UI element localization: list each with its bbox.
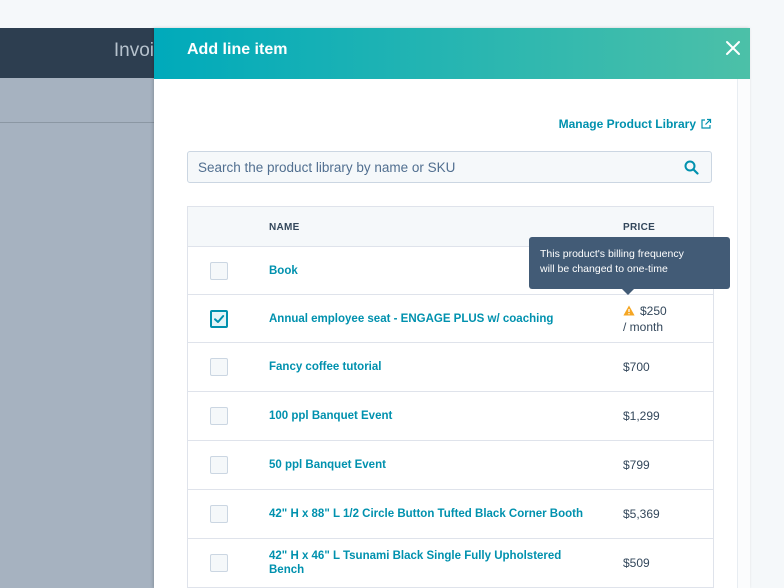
product-price: $799: [623, 458, 650, 472]
search-box: [187, 151, 712, 183]
product-name[interactable]: 42" H x 88" L 1/2 Circle Button Tufted B…: [269, 507, 589, 521]
checkmark-icon: [214, 314, 225, 323]
product-name[interactable]: 42" H x 46" L Tsunami Black Single Fully…: [269, 549, 589, 577]
product-name[interactable]: 100 ppl Banquet Event: [269, 409, 589, 423]
row-checkbox[interactable]: [210, 505, 228, 523]
product-name[interactable]: Fancy coffee tutorial: [269, 360, 589, 374]
product-price: $5,369: [623, 507, 660, 521]
table-row[interactable]: 42" H x 88" L 1/2 Circle Button Tufted B…: [188, 490, 713, 539]
external-link-icon: [701, 118, 712, 129]
row-checkbox[interactable]: [210, 407, 228, 425]
column-header-price: PRICE: [623, 222, 656, 233]
row-checkbox[interactable]: [210, 309, 228, 328]
panel-title: Add line item: [187, 41, 288, 58]
table-row[interactable]: Fancy coffee tutorial $700: [188, 343, 713, 392]
product-name[interactable]: 50 ppl Banquet Event: [269, 458, 589, 472]
column-header-name: NAME: [269, 222, 300, 233]
table-row[interactable]: 100 ppl Banquet Event $1,299: [188, 392, 713, 441]
close-icon[interactable]: [722, 37, 744, 59]
manage-product-library-link[interactable]: Manage Product Library: [559, 117, 712, 131]
panel-header: Add line item: [154, 28, 750, 79]
panel-scrollbar[interactable]: [737, 79, 750, 588]
background-header: Invoi: [0, 28, 154, 78]
tooltip-arrow: [622, 289, 634, 295]
table-row[interactable]: Annual employee seat - ENGAGE PLUS w/ co…: [188, 295, 713, 343]
product-price: $250: [640, 303, 667, 318]
product-search-input[interactable]: [188, 152, 668, 182]
product-price-period: / month: [623, 319, 664, 334]
table-row[interactable]: 50 ppl Banquet Event $799: [188, 441, 713, 490]
row-checkbox[interactable]: [210, 358, 228, 376]
billing-frequency-tooltip: This product's billing frequency will be…: [529, 237, 730, 289]
warning-icon[interactable]: [623, 305, 635, 316]
product-price: $700: [623, 360, 650, 374]
background-title: Invoi: [113, 40, 154, 61]
row-checkbox[interactable]: [210, 456, 228, 474]
row-checkbox[interactable]: [210, 261, 228, 280]
add-line-item-panel: Add line item Manage Product Library NAM…: [154, 28, 750, 588]
row-checkbox[interactable]: [210, 554, 228, 572]
tooltip-line: will be changed to one-time: [540, 263, 668, 275]
product-price: $1,299: [623, 409, 660, 423]
product-price: $509: [623, 556, 650, 570]
tooltip-line: This product's billing frequency: [540, 248, 684, 260]
search-icon[interactable]: [684, 160, 699, 175]
background-overlay: Invoi: [0, 28, 154, 588]
product-name[interactable]: Annual employee seat - ENGAGE PLUS w/ co…: [269, 312, 589, 326]
product-price-cell: $250 / month: [623, 303, 667, 335]
table-row[interactable]: 42" H x 46" L Tsunami Black Single Fully…: [188, 539, 713, 588]
manage-product-library-label: Manage Product Library: [558, 117, 696, 131]
background-divider: [0, 122, 154, 123]
